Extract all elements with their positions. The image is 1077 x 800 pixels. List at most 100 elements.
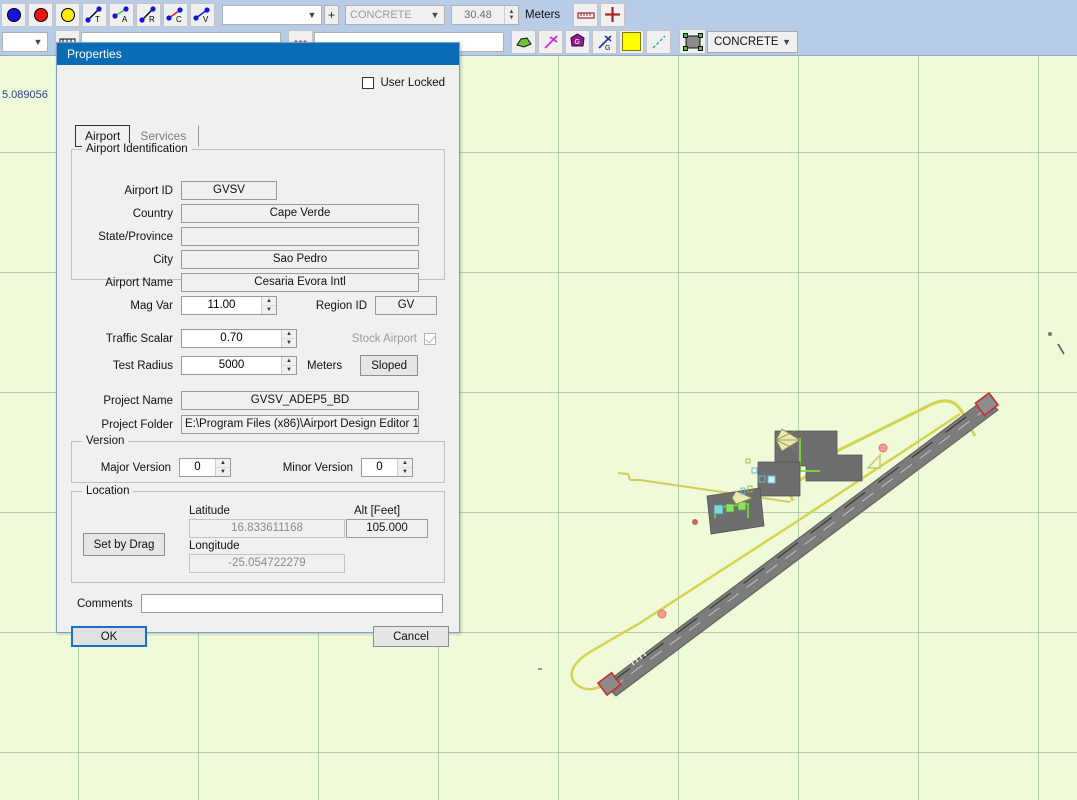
svg-text:G: G [575,39,580,46]
mag-var-value: 11.00 [207,299,236,311]
set-by-drag-button[interactable]: Set by Drag [83,533,165,556]
traffic-scalar-label: Traffic Scalar [105,332,173,345]
major-version-spinner[interactable]: 0 ▲ ▼ [179,458,231,477]
yellow-circle-tool[interactable] [55,2,80,27]
ok-button[interactable]: OK [71,626,147,647]
longitude-field: -25.054722279 [189,554,345,573]
longitude-label: Longitude [189,540,240,552]
polygon-green-tool[interactable] [511,29,536,54]
comments-input[interactable] [141,594,443,613]
group-legend-airport-identification: Airport Identification [82,143,192,155]
field-row-state-province: State/Province [81,227,441,246]
city-field[interactable]: Sao Pedro [181,250,419,269]
taxiway-parallel [570,412,961,691]
field-row-project-folder: Project Folder E:\Program Files (x86)\Ai… [81,415,451,434]
mag-var-spin-arrows[interactable]: ▲ ▼ [261,297,276,314]
yellow-fill-tool[interactable] [619,29,644,54]
major-version-spin-arrows[interactable]: ▲ ▼ [215,459,230,476]
project-name-field[interactable]: GVSV_ADEP5_BD [181,391,419,410]
svg-text:V: V [203,15,209,24]
field-row-traffic-scalar: Traffic Scalar 0.70 ▲ ▼ Stock Airport [81,329,451,348]
user-locked-label: User Locked [380,77,445,89]
latitude-label: Latitude [189,505,230,517]
taxiway-line-tool[interactable]: T [82,2,107,27]
field-row-mag-var: Mag Var 11.00 ▲ ▼ Region ID GV [81,296,451,315]
dialog-title: Properties [67,47,122,61]
yellow-color-swatch [622,32,641,51]
traffic-scalar-value: 0.70 [220,332,243,344]
airport-name-field[interactable]: Cesaria Evora Intl [181,273,419,292]
user-locked-row[interactable]: User Locked [362,77,445,89]
ruler-icon[interactable] [573,2,599,27]
airport-name-label: Airport Name [105,276,173,289]
alt-field[interactable]: 105.000 [346,519,428,538]
test-radius-label: Test Radius [112,359,173,372]
plus-icon[interactable] [600,2,626,27]
latitude-field: 16.833611168 [189,519,345,538]
navaid-markers [538,332,1065,670]
add-item-button[interactable]: + [324,4,339,25]
red-circle-tool[interactable] [28,2,53,27]
surface-combo-row1[interactable]: CONCRETE ▼ [345,4,445,25]
test-radius-units-label: Meters [307,359,343,372]
svg-text:R: R [149,15,155,24]
field-row-version: Major Version 0 ▲ ▼ Minor Version 0 ▲ ▼ [77,458,457,477]
centerline-tool[interactable]: C [163,2,188,27]
alt-label: Alt [Feet] [354,505,401,517]
layer-combo[interactable]: ▼ [2,31,48,52]
chevron-down-icon: ▼ [33,36,43,47]
svg-text:G: G [605,45,610,51]
minor-version-label: Minor Version [282,461,353,474]
dialog-title-bar[interactable]: Properties [57,43,459,65]
svg-text:C: C [176,15,182,24]
mag-var-spinner[interactable]: 11.00 ▲ ▼ [181,296,277,315]
svg-text:T: T [95,15,100,24]
minor-version-spinner[interactable]: 0 ▲ ▼ [361,458,413,477]
runway-line-tool[interactable]: R [136,2,161,27]
project-folder-label: Project Folder [101,418,173,431]
region-id-field[interactable]: GV [375,296,437,315]
type-combo[interactable]: ▼ [222,4,322,25]
minor-version-spin-arrows[interactable]: ▲ ▼ [397,459,412,476]
airport-id-field[interactable]: GVSV [181,181,277,200]
dashed-line-tool[interactable] [646,29,671,54]
glideslope-tool[interactable]: G [592,29,617,54]
test-radius-spinner[interactable]: 5000 ▲ ▼ [181,356,297,375]
field-row-project-name: Project Name GVSV_ADEP5_BD [81,391,451,410]
comments-label: Comments [77,598,133,610]
mag-var-label: Mag Var [130,299,173,312]
user-locked-checkbox[interactable] [362,77,375,89]
sloped-button[interactable]: Sloped [360,355,419,376]
taxiway-apron-stub [617,472,631,481]
vector-line-tool[interactable]: V [190,2,215,27]
chevron-down-icon: ▼ [307,9,317,20]
width-spinner[interactable]: 30.48 ▲ ▼ [451,4,519,25]
magenta-cross-tool[interactable] [538,29,563,54]
group-legend-location: Location [82,485,134,497]
traffic-scalar-spinner[interactable]: 0.70 ▲ ▼ [181,329,297,348]
traffic-scalar-spin-arrows[interactable]: ▲ ▼ [281,330,296,347]
state-province-label: State/Province [98,230,173,243]
group-legend-version: Version [82,435,129,447]
field-row-test-radius: Test Radius 5000 ▲ ▼ Meters Sloped [81,355,451,376]
gate-purple-tool[interactable]: G [565,29,590,54]
selection-box-tool[interactable] [679,29,706,54]
test-radius-spin-arrows[interactable]: ▲ ▼ [281,357,296,374]
apron-line-tool[interactable]: A [109,2,134,27]
properties-dialog: Properties User Locked Airport Services … [56,42,460,647]
spinner-arrows[interactable]: ▲ ▼ [504,5,518,24]
surface-combo-row2[interactable]: CONCRETE ▼ [707,30,798,53]
airport-id-label: Airport ID [124,184,173,197]
blue-circle-tool[interactable] [1,2,26,27]
cancel-button[interactable]: Cancel [373,626,449,647]
stock-airport-checkbox [424,332,436,345]
country-field[interactable]: Cape Verde [181,204,419,223]
state-province-field[interactable] [181,227,419,246]
project-name-label: Project Name [103,394,173,407]
region-id-label: Region ID [315,299,367,312]
units-label: Meters [525,8,561,21]
svg-text:A: A [122,15,128,24]
chevron-down-icon: ▼ [782,36,791,47]
project-folder-field[interactable]: E:\Program Files (x86)\Airport Design Ed… [181,415,419,434]
field-row-country: Country Cape Verde [81,204,441,223]
